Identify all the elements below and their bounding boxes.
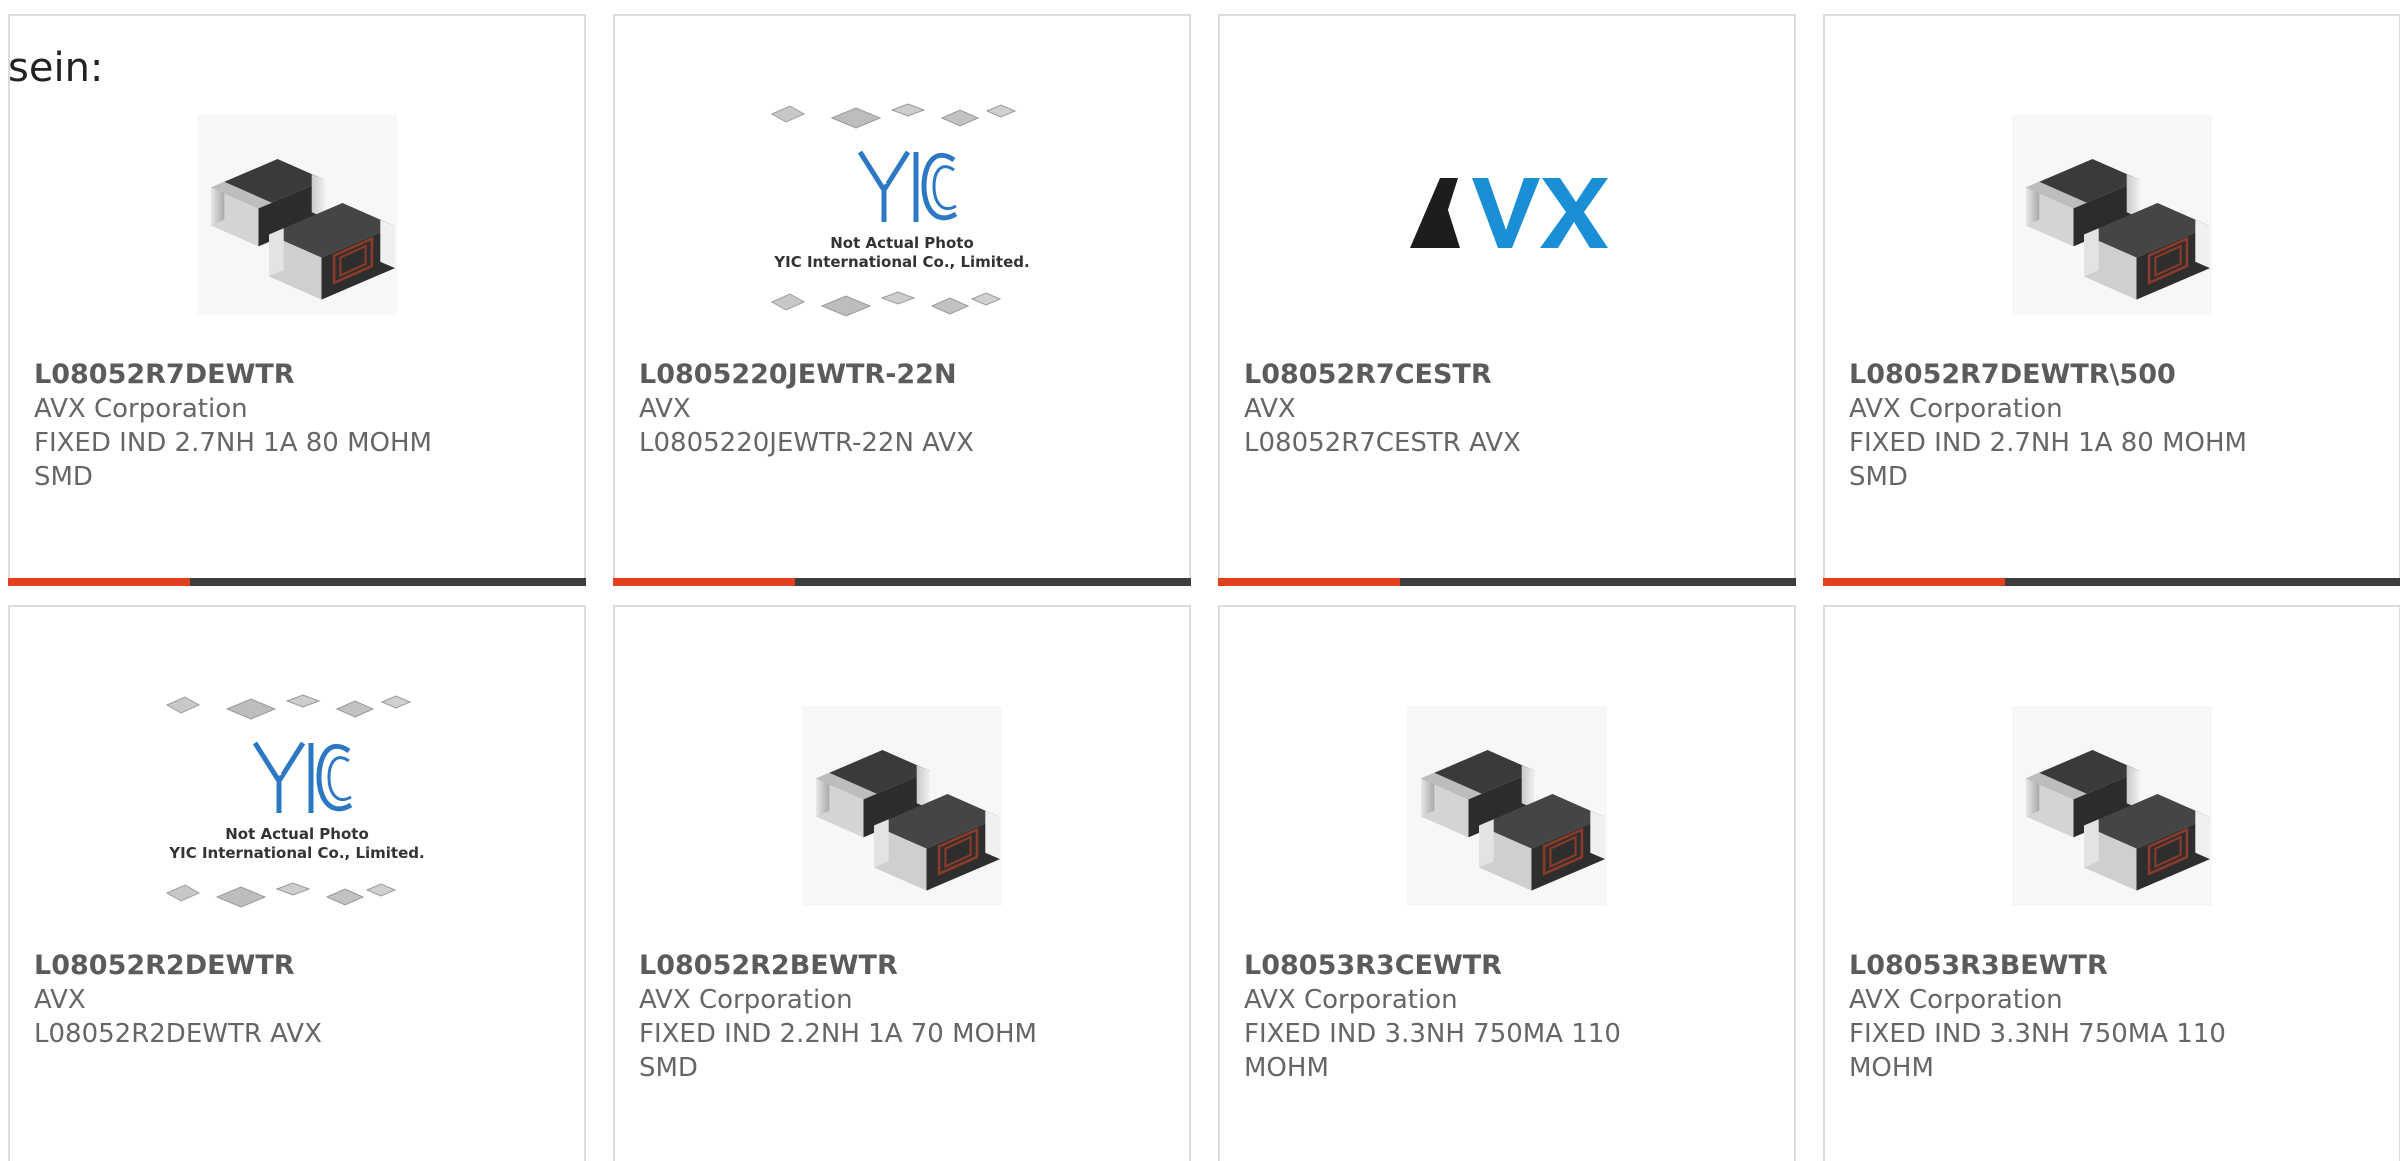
product-card[interactable]: L08053R3BEWTR AVX Corporation FIXED IND 3.… (1823, 605, 2400, 1161)
card-accent-segment (1218, 578, 1400, 586)
manufacturer-label: AVX Corporation (1849, 394, 2063, 424)
product-image[interactable] (10, 70, 584, 360)
manufacturer-label: AVX Corporation (1244, 985, 1458, 1015)
smd-inductor-image (197, 115, 397, 315)
part-number-link[interactable]: L08052R7DEWTR (34, 358, 564, 392)
product-description: FIXED IND 2.2NH 1A 70 MOHM SMD (639, 1019, 1037, 1083)
part-number-link[interactable]: L08053R3BEWTR (1849, 949, 2379, 983)
manufacturer-label: AVX Corporation (1849, 985, 2063, 1015)
product-info: L08052R7DEWTR AVX Corporation FIXED IND 2.… (34, 358, 564, 494)
part-number-link[interactable]: L08052R7DEWTR\500 (1849, 358, 2379, 392)
manufacturer-label: AVX (34, 985, 86, 1015)
product-info: L08052R7DEWTR\500 AVX Corporation FIXED IN… (1849, 358, 2379, 494)
product-info: L08053R3CEWTR AVX Corporation FIXED IND 3.… (1244, 949, 1774, 1085)
yic-logo-icon (252, 741, 353, 813)
manufacturer-label: AVX Corporation (34, 394, 248, 424)
svg-text:YIC International Co., Limited: YIC International Co., Limited. (168, 844, 424, 862)
product-card[interactable]: Not Actual Photo YIC International Co., … (8, 605, 586, 1161)
part-number-link[interactable]: L08052R2BEWTR (639, 949, 1169, 983)
product-card[interactable]: L08052R2BEWTR AVX Corporation FIXED IND 2.… (613, 605, 1191, 1161)
product-image[interactable]: Not Actual Photo YIC International Co., … (615, 70, 1189, 360)
card-hover-bar (613, 578, 1191, 586)
product-image[interactable]: AVX (1220, 70, 1794, 360)
product-image[interactable] (1825, 70, 2399, 360)
smd-inductor-image (2012, 115, 2212, 315)
lead-text: sein: (8, 45, 104, 91)
product-grid: L08052R7DEWTR AVX Corporation FIXED IND 2.… (8, 14, 2400, 1161)
product-description: L0805220JEWTR-22N AVX (639, 428, 974, 458)
card-hover-bar (1218, 578, 1796, 586)
part-number-link[interactable]: L08052R7CESTR (1244, 358, 1774, 392)
svg-text:YIC International Co., Limited: YIC International Co., Limited. (773, 253, 1029, 271)
card-hover-bar (1823, 578, 2400, 586)
product-info: L08052R7CESTR AVX L08052R7CESTR AVX (1244, 358, 1774, 460)
product-description: FIXED IND 2.7NH 1A 80 MOHM SMD (34, 428, 432, 492)
smd-inductor-image (2012, 706, 2212, 906)
product-card[interactable]: L08053R3CEWTR AVX Corporation FIXED IND 3.… (1218, 605, 1796, 1161)
svg-text:Not Actual Photo: Not Actual Photo (225, 825, 369, 843)
product-card[interactable]: L08052R7DEWTR\500 AVX Corporation FIXED IN… (1823, 14, 2400, 586)
yic-placeholder-image: Not Actual Photo YIC International Co., … (165, 694, 425, 908)
product-card[interactable]: Not Actual Photo YIC International Co., … (613, 14, 1191, 586)
yic-placeholder-image: Not Actual Photo YIC International Co., … (770, 103, 1030, 317)
product-description: FIXED IND 3.3NH 750MA 110 MOHM (1244, 1019, 1621, 1083)
manufacturer-label: AVX (639, 394, 691, 424)
smd-inductor-image (802, 706, 1002, 906)
product-info: L08052R2BEWTR AVX Corporation FIXED IND 2.… (639, 949, 1169, 1085)
card-hover-bar (8, 578, 586, 586)
part-number-link[interactable]: L08053R3CEWTR (1244, 949, 1774, 983)
svg-text:Not Actual Photo: Not Actual Photo (830, 234, 974, 252)
product-description: FIXED IND 3.3NH 750MA 110 MOHM (1849, 1019, 2226, 1083)
page: sein: L08052R7DEWTR AVX Corporation FIXE… (0, 0, 2400, 1161)
product-card[interactable]: AVX L08052R7CESTRAVXL08052R7CESTR AVX (1218, 14, 1796, 586)
product-info: L08053R3BEWTR AVX Corporation FIXED IND 3.… (1849, 949, 2379, 1085)
product-description: L08052R7CESTR AVX (1244, 428, 1521, 458)
product-image[interactable] (1825, 661, 2399, 951)
card-accent-segment (8, 578, 190, 586)
product-image[interactable]: Not Actual Photo YIC International Co., … (10, 661, 584, 951)
card-accent-segment (1823, 578, 2005, 586)
product-info: L08052R2DEWTR AVX L08052R2DEWTR AVX (34, 949, 564, 1051)
product-image[interactable] (1220, 661, 1794, 951)
avx-logo-image: AVX (1410, 178, 1608, 248)
manufacturer-label: AVX Corporation (639, 985, 853, 1015)
manufacturer-label: AVX (1244, 394, 1296, 424)
card-accent-segment (613, 578, 795, 586)
product-description: FIXED IND 2.7NH 1A 80 MOHM SMD (1849, 428, 2247, 492)
product-card[interactable]: L08052R7DEWTR AVX Corporation FIXED IND 2.… (8, 14, 586, 586)
part-number-link[interactable]: L0805220JEWTR-22N (639, 358, 1169, 392)
product-info: L0805220JEWTR-22N AVX L0805220JEWTR-22N AV… (639, 358, 1169, 460)
yic-logo-icon (857, 150, 958, 222)
product-image[interactable] (615, 661, 1189, 951)
product-description: L08052R2DEWTR AVX (34, 1019, 322, 1049)
smd-inductor-image (1407, 706, 1607, 906)
part-number-link[interactable]: L08052R2DEWTR (34, 949, 564, 983)
